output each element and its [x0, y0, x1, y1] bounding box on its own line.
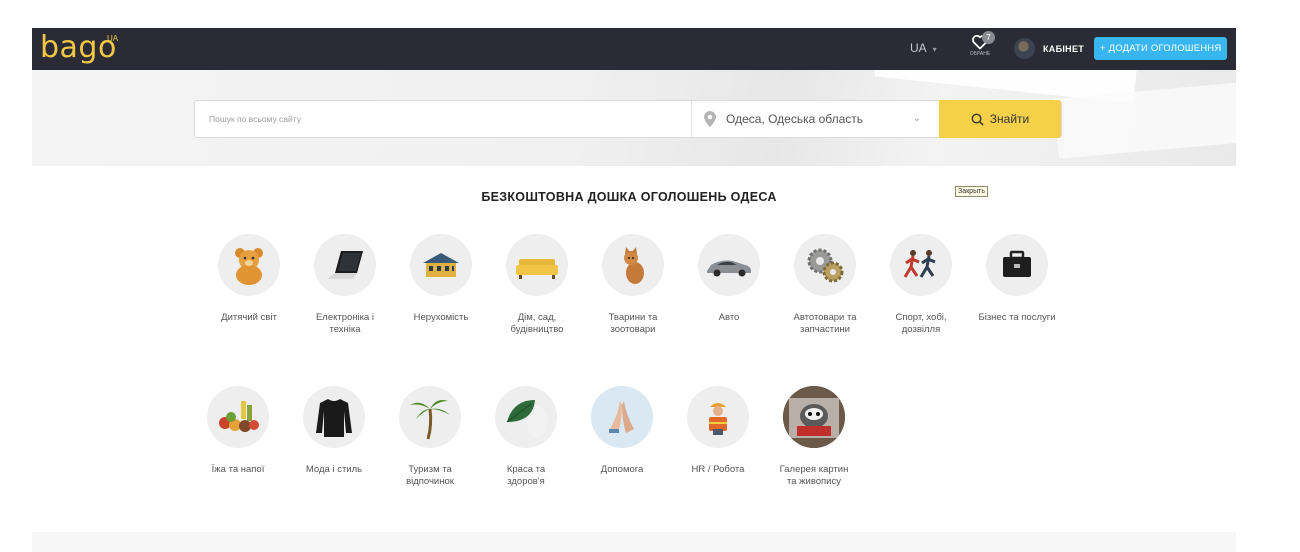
- worker-icon: [687, 386, 749, 448]
- location-selector[interactable]: Одеса, Одеська область ⌄: [691, 101, 939, 137]
- category-label: Нерухомість: [413, 312, 469, 323]
- search-button[interactable]: Знайти: [939, 100, 1061, 138]
- category-real-estate[interactable]: Нерухомість: [396, 234, 486, 324]
- sweater-icon: [303, 386, 365, 448]
- category-kids[interactable]: Дитячий світ: [204, 234, 294, 324]
- category-help[interactable]: Допомога: [577, 386, 667, 476]
- category-label: Краса та здоров'я: [506, 464, 546, 487]
- language-label: UA: [910, 41, 927, 55]
- category-fashion[interactable]: Мода і стиль: [289, 386, 379, 476]
- category-label: Галерея картин та живопису: [779, 464, 849, 487]
- category-label: Туризм та відпочинок: [406, 464, 454, 487]
- category-label: Електроніка і техніка: [315, 312, 375, 335]
- category-label: Дім, сад, будівництво: [510, 312, 564, 335]
- runners-icon: [890, 234, 952, 296]
- briefcase-icon: [986, 234, 1048, 296]
- location-value: Одеса, Одеська область: [726, 112, 864, 126]
- gears-icon: [794, 234, 856, 296]
- search-input[interactable]: [195, 101, 691, 137]
- chevron-down-icon: ▾: [932, 45, 937, 54]
- house-icon: [410, 234, 472, 296]
- category-animals[interactable]: Тварини та зоотовари: [588, 234, 678, 336]
- category-label: Дитячий світ: [221, 312, 277, 323]
- category-label: Тварини та зоотовари: [608, 312, 658, 335]
- category-beauty[interactable]: Краса та здоров'я: [481, 386, 571, 488]
- painting-icon: [783, 386, 845, 448]
- category-label: Бізнес та послуги: [978, 312, 1056, 323]
- category-label: Допомога: [600, 464, 644, 475]
- page-title: БЕЗКОШТОВНА ДОШКА ОГОЛОШЕНЬ ОДЕСА: [481, 190, 777, 204]
- category-tourism[interactable]: Туризм та відпочинок: [385, 386, 475, 488]
- category-label: Їжа та напої: [211, 464, 265, 475]
- category-auto[interactable]: Авто: [684, 234, 774, 324]
- laptop-icon: [314, 234, 376, 296]
- cat-icon: [602, 234, 664, 296]
- category-label: Автотовари та запчастини: [793, 312, 857, 335]
- food-icon: [207, 386, 269, 448]
- search-button-label: Знайти: [989, 112, 1030, 126]
- add-listing-button[interactable]: + ДОДАТИ ОГОЛОШЕННЯ: [1094, 37, 1228, 60]
- category-sport[interactable]: Спорт, хобі, дозвілля: [876, 234, 966, 336]
- category-label: Авто: [718, 312, 740, 323]
- header-bar: bago UA UA ▾ 7 ОБРАНЕ КАБІНЕТ + ДОДАТИ ОГ…: [32, 28, 1236, 70]
- cabinet-link[interactable]: КАБІНЕТ: [1014, 38, 1084, 59]
- logo[interactable]: bago: [40, 30, 117, 66]
- category-art-gallery[interactable]: Галерея картин та живопису: [769, 386, 859, 488]
- category-business[interactable]: Бізнес та послуги: [972, 234, 1062, 324]
- category-electronics[interactable]: Електроніка і техніка: [300, 234, 390, 336]
- favorites-label: ОБРАНЕ: [969, 51, 991, 57]
- favorites-count-badge: 7: [982, 31, 995, 44]
- car-icon: [698, 234, 760, 296]
- logo-country-badge: UA: [107, 34, 119, 43]
- footer-strip: [32, 532, 1236, 552]
- category-hr-jobs[interactable]: HR / Робота: [673, 386, 763, 476]
- category-label: HR / Робота: [691, 464, 745, 475]
- teddy-bear-icon: [218, 234, 280, 296]
- category-auto-parts[interactable]: Автотовари та запчастини: [780, 234, 870, 336]
- leaf-icon: [495, 386, 557, 448]
- praying-hands-icon: [591, 386, 653, 448]
- search-bar: Одеса, Одеська область ⌄ Знайти: [194, 100, 1062, 138]
- language-selector[interactable]: UA ▾: [910, 41, 937, 55]
- cabinet-label: КАБІНЕТ: [1043, 43, 1085, 54]
- category-label: Мода і стиль: [305, 464, 363, 475]
- favorites-button[interactable]: 7 ОБРАНЕ: [962, 31, 998, 66]
- sofa-icon: [506, 234, 568, 296]
- category-food[interactable]: Їжа та напої: [193, 386, 283, 476]
- search-icon: [971, 113, 984, 126]
- chevron-down-icon: ⌄: [912, 113, 921, 124]
- avatar: [1014, 38, 1035, 59]
- page: bago UA UA ▾ 7 ОБРАНЕ КАБІНЕТ + ДОДАТИ ОГ…: [0, 0, 1300, 552]
- category-home-garden[interactable]: Дім, сад, будівництво: [492, 234, 582, 336]
- location-pin-icon: [704, 111, 716, 127]
- palm-tree-icon: [399, 386, 461, 448]
- category-label: Спорт, хобі, дозвілля: [895, 312, 947, 335]
